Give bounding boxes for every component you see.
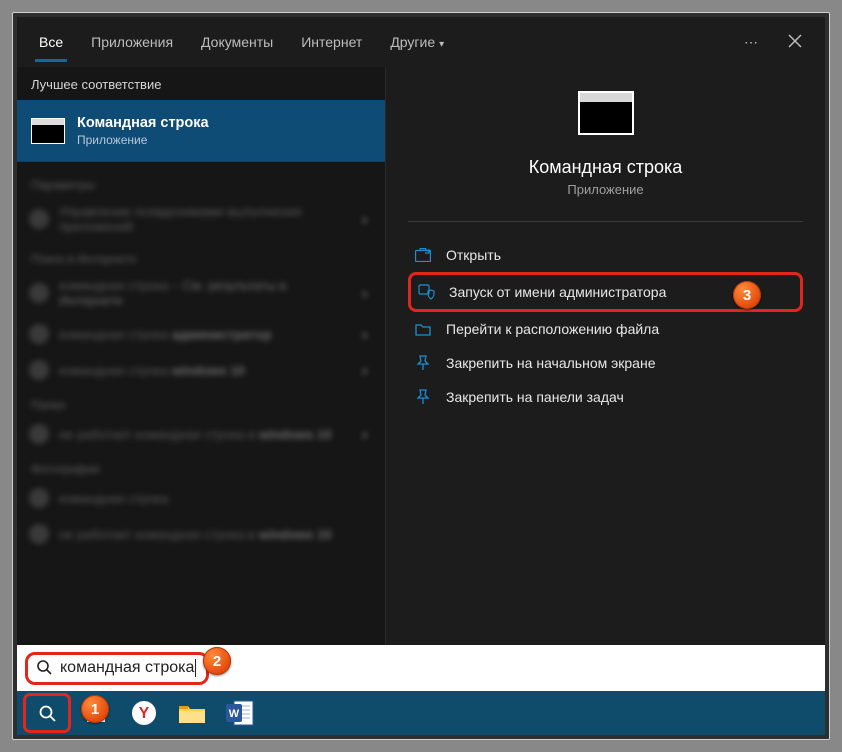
chevron-right-icon: ›	[362, 426, 373, 442]
list-item-label: не работает командная строка в windows 1…	[59, 427, 352, 442]
cmd-icon	[31, 118, 65, 144]
action-label: Запуск от имени администратора	[449, 284, 666, 300]
action-open-file-location[interactable]: Перейти к расположению файла	[408, 312, 803, 346]
folder-icon	[414, 322, 432, 336]
list-item-label: командная строка windows 10	[59, 363, 352, 378]
best-match-subtitle: Приложение	[77, 133, 209, 147]
section-web: Поиск в Интернете	[31, 252, 375, 266]
chevron-right-icon: ›	[362, 285, 373, 301]
action-label: Перейти к расположению файла	[446, 321, 659, 337]
window-frame: Все Приложения Документы Интернет Другие…	[12, 12, 830, 740]
preview-subtitle: Приложение	[408, 182, 803, 197]
action-label: Открыть	[446, 247, 501, 263]
action-pin-start[interactable]: Закрепить на начальном экране	[408, 346, 803, 380]
list-item-label: командная строка администратор	[59, 327, 352, 342]
chevron-down-icon: ▾	[439, 39, 444, 50]
other-results-blurred: Параметры Управление псевдонимами выполн…	[17, 162, 385, 645]
pin-icon	[414, 389, 432, 405]
search-tabs: Все Приложения Документы Интернет Другие…	[17, 17, 825, 67]
results-list: Лучшее соответствие Командная строка При…	[17, 67, 385, 645]
taskbar-search-button[interactable]	[23, 693, 71, 733]
best-match-header: Лучшее соответствие	[17, 67, 385, 100]
list-item-label: командная строка	[59, 491, 373, 506]
more-icon[interactable]: ⋯	[729, 22, 773, 63]
tab-other-label: Другие	[390, 34, 435, 50]
chevron-right-icon: ›	[362, 326, 373, 342]
list-item[interactable]: не работает командная строка в windows 1…	[27, 516, 375, 552]
close-icon[interactable]	[773, 22, 817, 63]
preview-title: Командная строка	[408, 157, 803, 178]
tab-apps[interactable]: Приложения	[77, 20, 187, 64]
best-match-title: Командная строка	[77, 115, 209, 131]
list-item[interactable]: командная строка windows 10 ›	[27, 352, 375, 388]
cmd-icon	[578, 91, 634, 135]
list-item[interactable]: Управление псевдонимами выполнения прило…	[27, 196, 375, 242]
action-label: Закрепить на начальном экране	[446, 355, 656, 371]
section-photos: Фотографии	[31, 462, 375, 476]
search-icon	[29, 283, 49, 303]
search-bar[interactable]: командная строка	[17, 645, 825, 691]
best-match-item[interactable]: Командная строка Приложение	[17, 100, 385, 162]
yandex-icon: Y	[129, 698, 159, 728]
photo-icon	[29, 488, 49, 508]
chevron-right-icon: ›	[362, 211, 373, 227]
search-icon	[29, 360, 49, 380]
svg-text:Y: Y	[139, 705, 150, 722]
tab-internet[interactable]: Интернет	[287, 20, 376, 64]
folder-icon	[29, 424, 49, 444]
svg-text:W: W	[229, 708, 240, 720]
list-item[interactable]: командная строка – См. результаты в Инте…	[27, 270, 375, 316]
list-item-label: не работает командная строка в windows 1…	[59, 527, 373, 542]
taskbar-app-word[interactable]: W	[217, 694, 263, 732]
word-icon: W	[225, 698, 255, 728]
tab-all[interactable]: Все	[25, 20, 77, 64]
photo-icon	[29, 524, 49, 544]
action-label: Закрепить на панели задач	[446, 389, 624, 405]
preview-pane: Командная строка Приложение Открыть Запу…	[385, 67, 825, 645]
shield-icon	[417, 284, 435, 300]
divider	[408, 221, 803, 222]
list-item[interactable]: командная строка администратор ›	[27, 316, 375, 352]
list-item-label: командная строка – См. результаты в Инте…	[59, 278, 352, 308]
pin-icon	[414, 355, 432, 371]
list-item-label: Управление псевдонимами выполнения прило…	[59, 204, 352, 234]
taskbar: Y W	[17, 691, 825, 735]
list-item[interactable]: не работает командная строка в windows 1…	[27, 416, 375, 452]
search-icon	[36, 659, 52, 678]
section-settings: Параметры	[31, 178, 375, 192]
folder-icon	[177, 698, 207, 728]
action-pin-taskbar[interactable]: Закрепить на панели задач	[408, 380, 803, 414]
tab-other[interactable]: Другие ▾	[376, 20, 458, 64]
step-badge-3: 3	[733, 281, 761, 309]
chevron-right-icon: ›	[362, 362, 373, 378]
section-folders: Папки	[31, 398, 375, 412]
step-badge-1: 1	[81, 695, 109, 723]
search-input-highlight: командная строка	[25, 652, 209, 685]
step-badge-2: 2	[203, 647, 231, 675]
settings-icon	[29, 209, 49, 229]
search-input[interactable]: командная строка	[60, 659, 196, 677]
taskbar-app-yandex[interactable]: Y	[121, 694, 167, 732]
open-icon	[414, 248, 432, 262]
search-icon	[29, 324, 49, 344]
taskbar-app-explorer[interactable]	[169, 694, 215, 732]
tab-documents[interactable]: Документы	[187, 20, 287, 64]
list-item[interactable]: командная строка	[27, 480, 375, 516]
action-open[interactable]: Открыть	[408, 238, 803, 272]
